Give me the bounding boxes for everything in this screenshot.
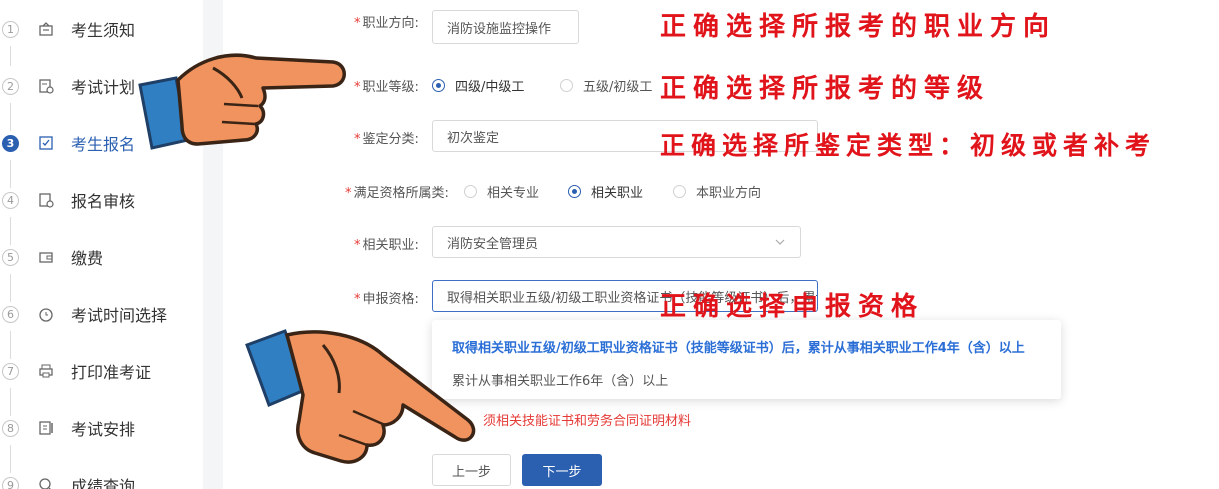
apply-qual-label: * 申报资格: xyxy=(354,292,419,307)
related-job-label: * 相关职业: xyxy=(354,238,419,253)
qual-radio-this-direction[interactable]: 本职业方向 xyxy=(673,182,761,201)
annotation-direction: 正确选择所报考的职业方向 xyxy=(660,12,1057,42)
step-number: 4 xyxy=(2,191,19,209)
annotation-category: 正确选择所鉴定类型：初级或者补考 xyxy=(660,131,1157,160)
next-button[interactable]: 下一步 xyxy=(522,454,602,486)
annotation-qualification: 正确选择申报资格 xyxy=(660,292,925,322)
direction-select[interactable]: 消防设施监控操作 xyxy=(432,10,579,44)
step-number: 9 xyxy=(2,476,19,489)
sidebar-item-label: 考生须知 xyxy=(71,21,136,40)
step-number: 6 xyxy=(2,305,19,323)
qual-radio-related-job[interactable]: 相关职业 xyxy=(568,182,643,201)
sidebar-item-label: 考试计划 xyxy=(71,78,136,97)
sidebar-item-label: 缴费 xyxy=(71,249,104,268)
dropdown-option[interactable]: 累计从事相关职业工作6年（含）以上 xyxy=(452,370,668,389)
sidebar-item-time[interactable]: 6 考试时间选择 xyxy=(0,294,203,334)
level-radio-5[interactable]: 五级/初级工 xyxy=(560,76,652,95)
sidebar-item-score[interactable]: 9 成绩查询 xyxy=(0,465,203,489)
search-icon xyxy=(37,476,55,489)
notice-icon xyxy=(37,20,55,38)
annotation-level: 正确选择所报考的等级 xyxy=(660,74,991,104)
step-number: 5 xyxy=(2,248,19,266)
step-connector xyxy=(10,46,11,66)
step-number: 7 xyxy=(2,362,19,380)
qual-radio-major[interactable]: 相关专业 xyxy=(464,182,539,201)
pointing-hand-icon xyxy=(138,40,350,158)
pointing-hand-icon xyxy=(243,325,483,485)
clock-icon xyxy=(37,305,55,323)
apply-qual-dropdown: 取得相关职业五级/初级工职业资格证书（技能等级证书）后，累计从事相关职业工作4年… xyxy=(432,320,1061,399)
dropdown-option[interactable]: 取得相关职业五级/初级工职业资格证书（技能等级证书）后，累计从事相关职业工作4年… xyxy=(452,337,1025,356)
plan-icon xyxy=(37,77,55,95)
direction-label: * 职业方向: xyxy=(354,16,419,31)
step-number: 2 xyxy=(2,77,19,95)
level-radio-4[interactable]: 四级/中级工 xyxy=(432,76,524,95)
sidebar-item-label: 报名审核 xyxy=(71,192,136,211)
register-icon xyxy=(37,134,55,152)
step-number: 1 xyxy=(2,20,19,38)
schedule-icon xyxy=(37,419,55,437)
category-label: * 鉴定分类: xyxy=(354,132,419,147)
sidebar-item-print[interactable]: 7 打印准考证 xyxy=(0,351,203,391)
sidebar-item-review[interactable]: 4 报名审核 xyxy=(0,180,203,220)
chevron-down-icon xyxy=(774,236,786,252)
sidebar-item-label: 考试安排 xyxy=(71,420,136,439)
level-label: * 职业等级: xyxy=(354,80,419,95)
qualification-type-label: * 满足资格所属类: xyxy=(345,186,449,201)
sidebar-item-schedule[interactable]: 8 考试安排 xyxy=(0,408,203,448)
related-job-select[interactable]: 消防安全管理员 xyxy=(432,226,801,258)
sidebar-item-label: 考试时间选择 xyxy=(71,306,168,325)
review-icon xyxy=(37,191,55,209)
step-number: 3 xyxy=(2,134,19,152)
step-number: 8 xyxy=(2,419,19,437)
sidebar-item-payment[interactable]: 5 缴费 xyxy=(0,237,203,277)
notice-text: 须相关技能证书和劳务合同证明材料 xyxy=(483,414,692,429)
printer-icon xyxy=(37,362,55,380)
sidebar-item-label: 考生报名 xyxy=(71,135,136,154)
page: 1 考生须知 2 考试计划 3 考生报名 4 报名审核 5 缴费 6 考试时间选… xyxy=(0,0,1219,489)
wallet-icon xyxy=(37,248,55,266)
sidebar-item-label: 打印准考证 xyxy=(71,363,152,382)
sidebar-item-label: 成绩查询 xyxy=(71,477,136,489)
